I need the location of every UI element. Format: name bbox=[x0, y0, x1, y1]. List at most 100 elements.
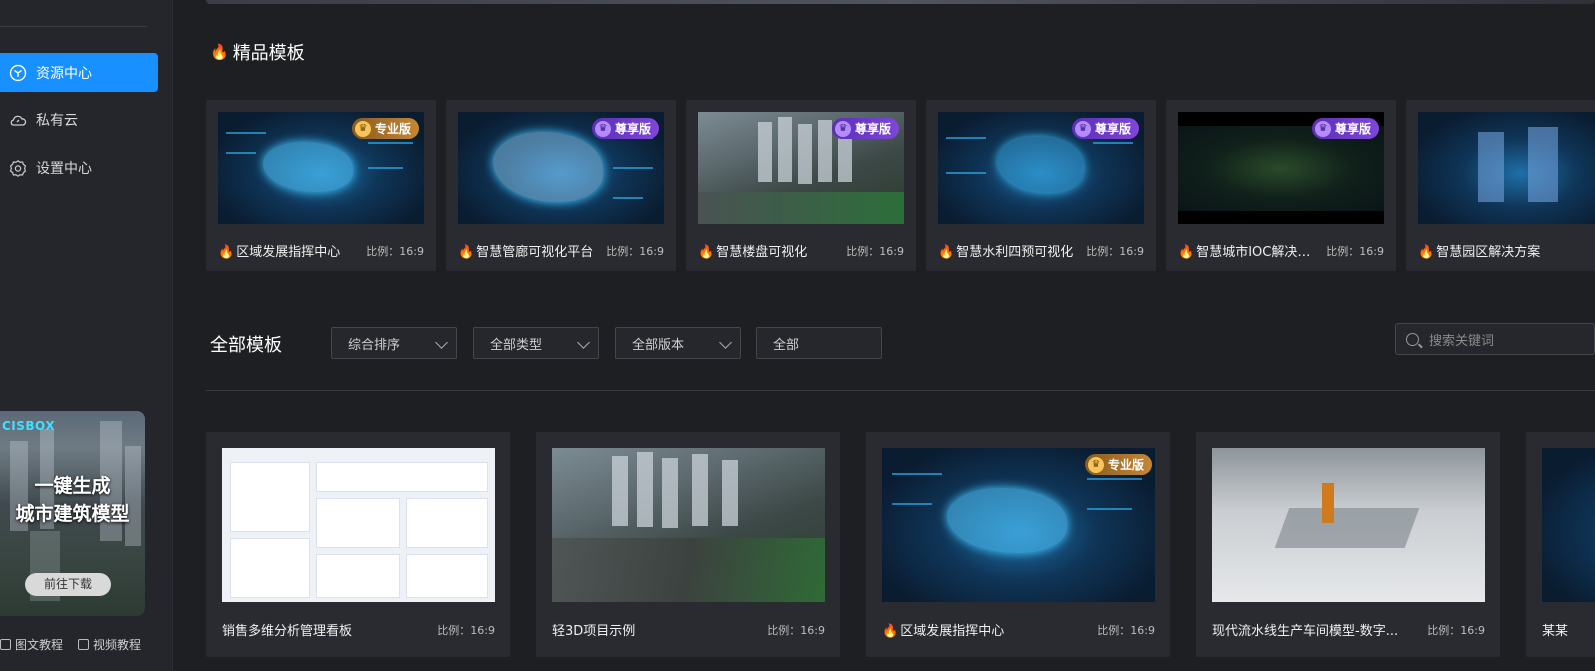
crown-icon: ♛ bbox=[1075, 120, 1091, 137]
sidebar-divider bbox=[0, 26, 147, 27]
card-name: 轻3D项目示例 bbox=[552, 624, 636, 639]
all-title-text: 全部模板 bbox=[210, 335, 282, 356]
pro-badge: ♛ 专业版 bbox=[352, 118, 420, 139]
card-caption: 🔥 智慧水利四预可视化 比例：16:9 bbox=[938, 241, 1144, 261]
all-section-title: 全部模板 bbox=[210, 331, 282, 357]
card-ratio: 比例：16:9 bbox=[1326, 244, 1384, 258]
featured-card[interactable]: ♛ 尊享版 🔥 智慧水利四预可视化 比例：16:9 bbox=[926, 100, 1156, 271]
card-caption: 销售多维分析管理看板 比例：16:9 bbox=[222, 620, 495, 640]
card-ratio: 比例：16:9 bbox=[437, 623, 495, 637]
chevron-down-icon bbox=[577, 336, 590, 349]
flame-icon: 🔥 bbox=[938, 245, 955, 260]
cube-icon bbox=[9, 64, 27, 82]
flame-icon: 🔥 bbox=[218, 245, 235, 260]
document-icon bbox=[0, 639, 11, 650]
video-label: 视频教程 bbox=[93, 638, 142, 652]
sidebar: 资源中心 私有云 设置中心 CISBOX 一键生成 城市建筑模型 前往下载 图文… bbox=[0, 0, 173, 671]
flame-icon: 🔥 bbox=[1418, 245, 1435, 260]
card-name: 区域发展指挥中心 bbox=[236, 245, 341, 260]
featured-card[interactable]: ♛ 尊享版 🔥 智慧城市IOC解决方案 比例：16:9 bbox=[1166, 100, 1396, 271]
card-caption: 现代流水线生产车间模型-数字... 比例：16:9 bbox=[1212, 620, 1485, 640]
card-ratio: 比例：16:9 bbox=[1086, 244, 1144, 258]
main-content: 🔥 精品模板 ♛ 专业版 🔥 区域发展指挥中心 比例：16:9 ♛ 尊享版 🔥 智慧管廊… bbox=[174, 0, 1595, 671]
flame-icon: 🔥 bbox=[698, 245, 715, 260]
sidebar-item-label: 资源中心 bbox=[36, 65, 92, 82]
sidebar-item-settings[interactable]: 设置中心 bbox=[0, 148, 158, 187]
vip-badge: ♛ 尊享版 bbox=[832, 118, 900, 139]
card-caption: 某某 bbox=[1542, 620, 1595, 639]
card-ratio: 比例：16:9 bbox=[1097, 623, 1155, 637]
crown-icon: ♛ bbox=[595, 120, 611, 137]
sidebar-item-private-cloud[interactable]: 私有云 bbox=[0, 100, 158, 139]
card-caption: 🔥 智慧城市IOC解决方案 比例：16:9 bbox=[1178, 241, 1384, 261]
version-select[interactable]: 全部版本 bbox=[615, 327, 741, 359]
cloud-icon bbox=[9, 111, 27, 129]
featured-card[interactable]: ♛ 专业版 🔥 区域发展指挥中心 比例：16:9 bbox=[206, 100, 436, 271]
card-name: 智慧城市IOC解决方案 bbox=[1196, 245, 1321, 260]
crown-icon: ♛ bbox=[1088, 456, 1104, 473]
card-name: 现代流水线生产车间模型-数字... bbox=[1212, 624, 1399, 639]
video-icon bbox=[78, 639, 89, 650]
crown-icon: ♛ bbox=[835, 120, 851, 137]
card-name: 智慧水利四预可视化 bbox=[956, 245, 1074, 260]
gear-icon bbox=[9, 159, 27, 177]
card-thumbnail bbox=[1418, 112, 1595, 224]
flame-icon: 🔥 bbox=[882, 624, 899, 639]
card-caption: 🔥 智慧楼盘可视化 比例：16:9 bbox=[698, 241, 904, 261]
featured-card[interactable]: ♛ 尊享版 🔥 智慧管廊可视化平台 比例：16:9 bbox=[446, 100, 676, 271]
flame-icon: 🔥 bbox=[458, 245, 475, 260]
promo-banner[interactable]: CISBOX 一键生成 城市建筑模型 前往下载 bbox=[0, 411, 145, 616]
flame-icon: 🔥 bbox=[210, 43, 229, 61]
card-ratio: 比例：16:9 bbox=[606, 244, 664, 258]
card-caption: 🔥 智慧管廊可视化平台 比例：16:9 bbox=[458, 241, 664, 261]
card-name: 智慧楼盘可视化 bbox=[716, 245, 808, 260]
chevron-down-icon bbox=[435, 336, 448, 349]
tutorial-label: 图文教程 bbox=[15, 638, 64, 652]
template-card[interactable]: ♛ 专业版 🔥 区域发展指挥中心 比例：16:9 bbox=[866, 432, 1170, 657]
sort-select[interactable]: 综合排序 bbox=[331, 327, 457, 359]
search-placeholder: 搜索关键词 bbox=[1429, 333, 1495, 349]
template-card[interactable]: 销售多维分析管理看板 比例：16:9 bbox=[206, 432, 510, 657]
card-ratio: 比例：16:9 bbox=[767, 623, 825, 637]
card-ratio: 比例：16:9 bbox=[1427, 623, 1485, 637]
sidebar-item-label: 设置中心 bbox=[36, 160, 92, 177]
flame-icon: 🔥 bbox=[1178, 245, 1195, 260]
search-icon bbox=[1406, 332, 1419, 346]
sidebar-item-label: 私有云 bbox=[36, 112, 78, 129]
featured-section-title: 🔥 精品模板 bbox=[210, 39, 305, 65]
vip-badge: ♛ 尊享版 bbox=[1312, 118, 1380, 139]
card-caption: 🔥 区域发展指挥中心 比例：16:9 bbox=[218, 241, 424, 261]
card-caption: 🔥 智慧园区解决方案 bbox=[1418, 241, 1595, 260]
section-divider bbox=[206, 390, 1595, 391]
card-caption: 🔥 区域发展指挥中心 比例：16:9 bbox=[882, 620, 1155, 640]
card-thumbnail bbox=[1212, 448, 1485, 602]
template-card[interactable]: 轻3D项目示例 比例：16:9 bbox=[536, 432, 840, 657]
promo-title-line1: 一键生成 bbox=[34, 475, 111, 497]
card-name: 智慧管廊可视化平台 bbox=[476, 245, 594, 260]
video-link[interactable]: 视频教程 bbox=[78, 636, 141, 653]
template-card[interactable]: 现代流水线生产车间模型-数字... 比例：16:9 bbox=[1196, 432, 1500, 657]
featured-card[interactable]: ♛ 尊享版 🔥 智慧楼盘可视化 比例：16:9 bbox=[686, 100, 916, 271]
pro-badge: ♛ 专业版 bbox=[1085, 454, 1153, 475]
card-thumbnail bbox=[1542, 448, 1595, 602]
card-name: 销售多维分析管理看板 bbox=[222, 624, 353, 639]
card-name: 智慧园区解决方案 bbox=[1436, 245, 1541, 260]
crown-icon: ♛ bbox=[1315, 120, 1331, 137]
card-name: 区域发展指挥中心 bbox=[900, 624, 1005, 639]
type-select[interactable]: 全部类型 bbox=[473, 327, 599, 359]
template-card[interactable]: 某某 bbox=[1526, 432, 1595, 657]
sidebar-item-resource-center[interactable]: 资源中心 bbox=[0, 53, 158, 92]
featured-card[interactable]: 🔥 智慧园区解决方案 bbox=[1406, 100, 1595, 271]
download-button[interactable]: 前往下载 bbox=[25, 573, 111, 596]
category-select[interactable]: 全部 bbox=[756, 327, 882, 359]
featured-title-text: 精品模板 bbox=[232, 43, 305, 64]
card-ratio: 比例：16:9 bbox=[366, 244, 424, 258]
crown-icon: ♛ bbox=[355, 120, 371, 137]
card-caption: 轻3D项目示例 比例：16:9 bbox=[552, 620, 825, 640]
vip-badge: ♛ 尊享版 bbox=[592, 118, 660, 139]
card-name: 某某 bbox=[1542, 624, 1569, 639]
tutorial-link[interactable]: 图文教程 bbox=[0, 636, 63, 653]
banner-bottom-edge bbox=[206, 0, 1595, 4]
search-input[interactable]: 搜索关键词 bbox=[1395, 323, 1595, 355]
card-thumbnail bbox=[222, 448, 495, 602]
